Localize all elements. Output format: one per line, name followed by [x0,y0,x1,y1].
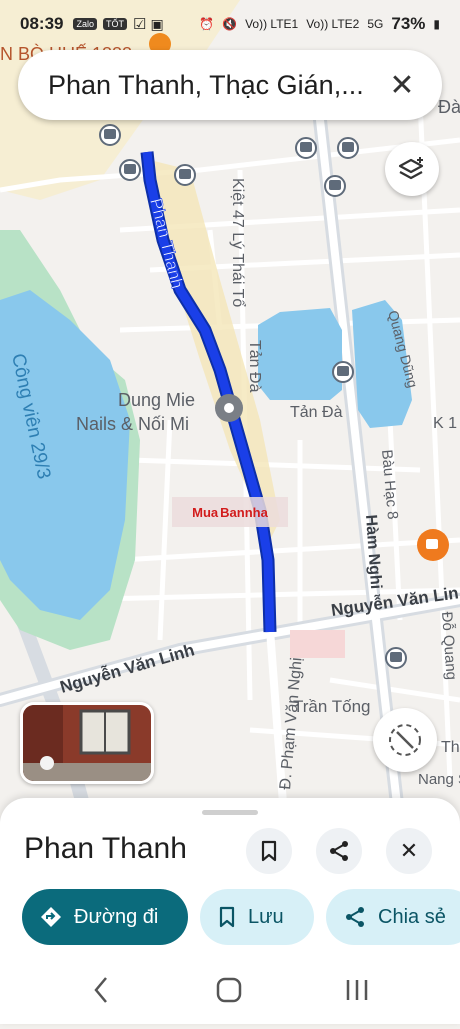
directions-button[interactable]: Đường đi [22,889,188,945]
sheet-handle[interactable] [202,810,258,815]
close-icon[interactable]: ✕ [384,68,420,103]
bus-stop-icon[interactable] [295,137,317,159]
home-icon[interactable] [216,977,242,1003]
bus-stop-icon[interactable] [385,647,407,669]
search-bar[interactable]: Phan Thanh, Thạc Gián,... ✕ [18,50,442,120]
compass-icon [389,724,421,756]
layers-button[interactable] [385,142,439,196]
map-label-th: Th [441,739,460,756]
status-bar: 08:39 Zalo TỐT ☑ ▣ ⏰ 🔇 Vo)) LTE1 Vo)) LT… [0,0,460,48]
save-button[interactable]: Lưu [200,889,314,945]
back-icon[interactable] [94,977,107,1003]
checkbox-icon: ☑ [133,16,147,33]
close-icon: ✕ [399,838,419,863]
mute-icon: 🔇 [222,17,238,31]
network-lte1: Vo)) LTE1 [245,17,299,31]
compass-button[interactable] [373,708,437,772]
save-label: Lưu [248,905,284,928]
map-label-k1: K 1 [433,415,457,432]
recents-icon[interactable] [346,980,368,1000]
map-label-kiet: Kiệt 47 Lý Thái Tổ [229,178,247,307]
share-round-button[interactable] [316,828,362,874]
watermark-logo: Mua Bannha [172,497,288,527]
save-round-button[interactable] [246,828,292,874]
alarm-icon: ⏰ [199,17,215,31]
search-query[interactable]: Phan Thanh, Thạc Gián,... [48,70,384,101]
place-pin-icon[interactable] [215,394,243,422]
battery-level: 73% [391,14,426,33]
directions-icon [41,907,61,927]
bus-stop-icon[interactable] [324,175,346,197]
battery-icon: ▮ [433,17,440,31]
status-right: ⏰ 🔇 Vo)) LTE1 Vo)) LTE2 5G 73% ▮ [199,14,440,34]
network-lte2: Vo)) LTE2 [306,17,360,31]
map-label-tan-da: Tản Đà [290,404,343,421]
bookmark-icon [261,840,277,862]
layers-icon [398,157,424,180]
bus-stop-icon[interactable] [119,159,141,181]
map-label-top-right: Đà [438,97,460,117]
map-label-nang-sp: Nang SP [418,771,460,788]
zalo-icon: Zalo [73,18,97,30]
street-view-thumbnail[interactable] [20,702,154,784]
bookmark-icon [219,906,235,928]
share-icon [330,841,348,861]
bus-stop-icon[interactable] [174,164,196,186]
status-time: 08:39 [20,14,64,33]
share-button[interactable]: Chia sẻ [326,889,460,945]
close-sheet-button[interactable]: ✕ [386,828,432,874]
map-label-poi-line2: Nails & Nối Mi [76,414,189,434]
map-label-poi-line1: Dung Mie [118,390,195,410]
map-label-tan-da-vertical: Tản Đà [246,340,263,393]
map-label-tran-tong: Trần Tống [293,697,371,716]
bus-stop-icon[interactable] [99,124,121,146]
system-nav-bar [0,968,460,1024]
directions-label: Đường đi [74,905,159,928]
image-icon: ▣ [150,15,164,32]
network-5g: 5G [367,17,384,31]
cafe-icon[interactable] [417,529,449,561]
share-icon [346,907,364,927]
tot-icon: TỐT [103,18,127,30]
bus-stop-icon[interactable] [332,361,354,383]
bus-stop-icon[interactable] [337,137,359,159]
place-title: Phan Thanh [24,832,187,865]
share-label: Chia sẻ [378,905,446,928]
street-view-icon [40,756,54,770]
